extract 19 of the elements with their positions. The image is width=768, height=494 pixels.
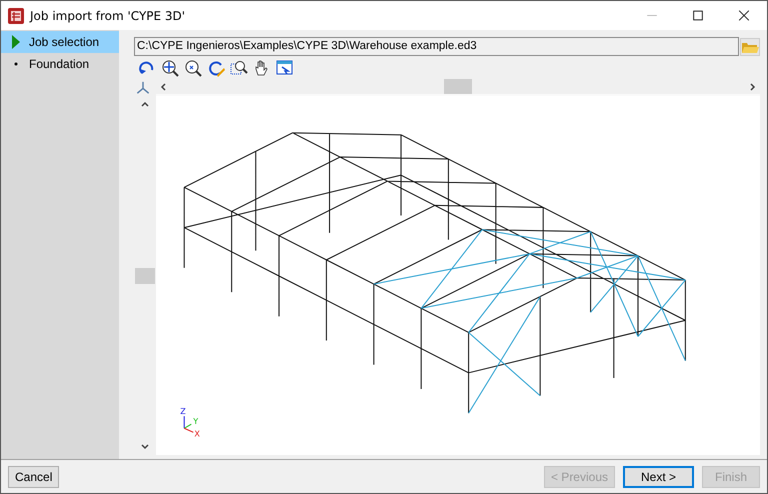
- rotate-icon[interactable]: [138, 59, 156, 77]
- scrollbar-thumb[interactable]: [135, 268, 155, 284]
- axes-icon[interactable]: [134, 79, 152, 96]
- zoom-window-icon[interactable]: [230, 59, 248, 77]
- dialog-button[interactable]: Cancel: [8, 466, 60, 488]
- zoom-2x-icon[interactable]: [184, 59, 202, 77]
- axis-triad-drawing: Z Y X: [180, 407, 200, 438]
- triangle-icon: [11, 35, 21, 49]
- app-icon: [8, 8, 24, 24]
- window-title: Job import from 'CYPE 3D': [30, 8, 186, 22]
- model-view[interactable]: Z Y X: [156, 96, 760, 455]
- dialog-button[interactable]: Next >: [623, 466, 694, 488]
- step-item[interactable]: Foundation: [1, 53, 119, 75]
- window-icon[interactable]: [276, 59, 294, 77]
- redraw-icon[interactable]: [207, 59, 225, 77]
- zoom-extents-icon[interactable]: [161, 59, 179, 77]
- step-item[interactable]: Job selection: [1, 31, 119, 53]
- file-path-field[interactable]: C:\CYPE Ingenieros\Examples\CYPE 3D\Warehouse example.ed3: [134, 37, 739, 56]
- scrollbar-thumb[interactable]: [444, 79, 472, 94]
